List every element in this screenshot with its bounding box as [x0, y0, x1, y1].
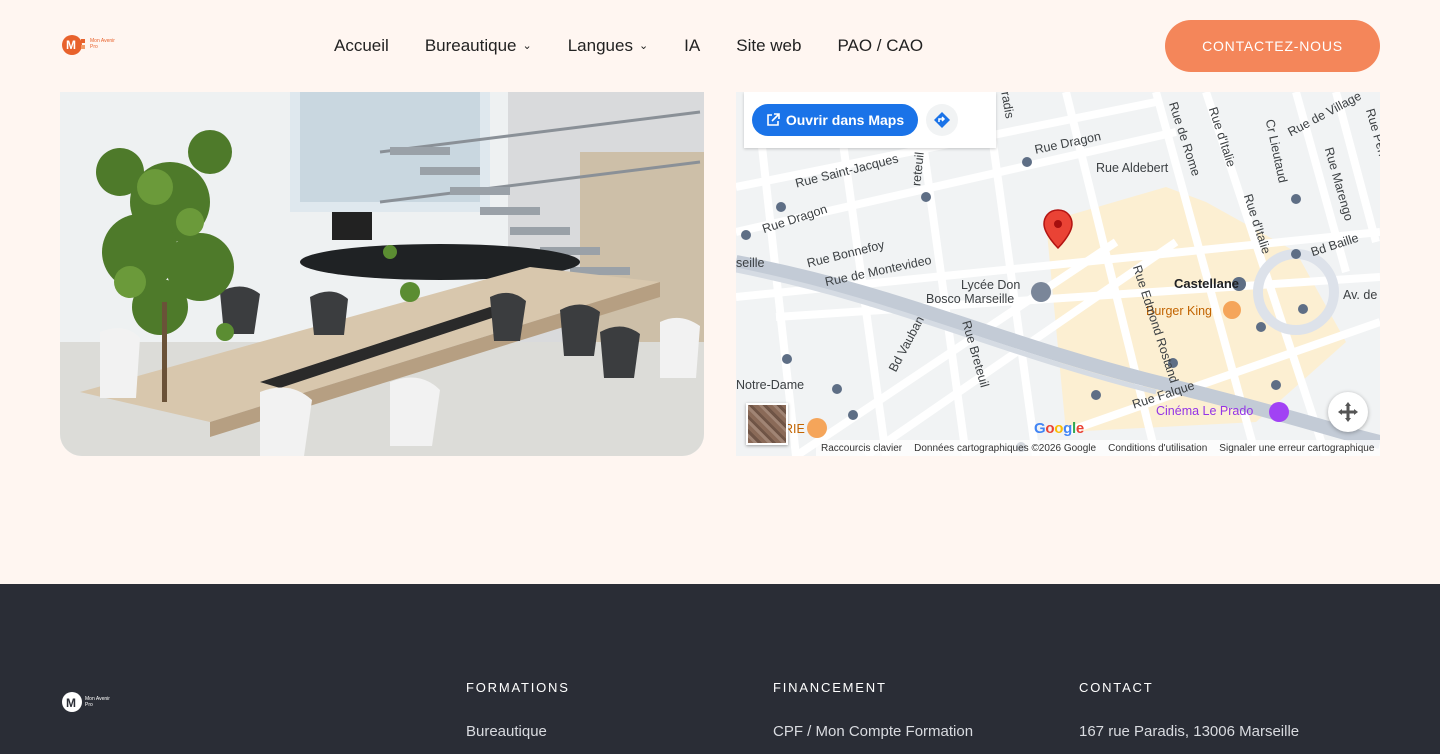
open-in-maps-button[interactable]: Ouvrir dans Maps [752, 104, 918, 136]
satellite-toggle[interactable] [746, 403, 788, 445]
map-label: Castellane [1174, 276, 1240, 291]
main-nav: Accueil Bureautique ⌄ Langues ⌄ IA Site we… [334, 34, 923, 58]
terms-link[interactable]: Conditions d'utilisation [1108, 443, 1207, 454]
logo-mark-icon: M [62, 34, 86, 56]
chevron-down-icon: ⌄ [522, 39, 532, 52]
google-logo: Google [1034, 420, 1084, 437]
report-error-link[interactable]: Signaler une erreur cartographique [1219, 443, 1374, 454]
nav-item-langues[interactable]: Langues ⌄ [568, 36, 648, 56]
keyboard-shortcuts-link[interactable]: Raccourcis clavier [821, 443, 902, 454]
logo-mark-icon: M [62, 692, 82, 712]
site-footer: M Mon Avenir Pro FORMATIONS Bureautique … [0, 584, 1440, 754]
map-label: Av. de [1343, 288, 1378, 302]
nav-item-bureautique[interactable]: Bureautique ⌄ [425, 36, 532, 56]
chevron-down-icon: ⌄ [638, 39, 649, 52]
footer-column-title: CONTACT [1079, 680, 1154, 695]
google-map[interactable]: Rue Dragon Rue Aldebert Rue Saint-Jacque… [736, 92, 1380, 456]
map-fullscreen-button[interactable] [1328, 392, 1368, 432]
logo-text: Mon Avenir Pro [90, 38, 115, 50]
map-label: Lycée Don [961, 278, 1021, 292]
map-label: Notre-Dame [736, 378, 805, 392]
nav-item-ia[interactable]: IA [684, 36, 700, 56]
site-header: M Mon Avenir Pro Accueil Bureautique ⌄ La… [0, 0, 1440, 92]
map-label: Bosco Marseille [926, 292, 1015, 306]
footer-logo[interactable]: M Mon Avenir Pro [62, 692, 119, 712]
directions-icon [934, 112, 950, 128]
footer-column-title: FORMATIONS [466, 680, 570, 695]
map-label: Rue Aldebert [1096, 161, 1169, 175]
nav-item-pao-cao[interactable]: PAO / CAO [837, 36, 923, 56]
footer-address: 167 rue Paradis, 13006 Marseille [1079, 723, 1300, 740]
map-label: Cinéma Le Prado [1156, 404, 1254, 418]
footer-column-formations: FORMATIONS Bureautique [466, 680, 570, 740]
footer-link-cpf[interactable]: CPF / Mon Compte Formation [773, 723, 973, 740]
external-link-icon [767, 113, 780, 126]
footer-logo-text: Mon Avenir Pro [85, 696, 110, 708]
office-photo [60, 92, 704, 456]
nav-item-accueil[interactable]: Accueil [334, 36, 389, 56]
contact-button[interactable]: CONTACTEZ-NOUS [1165, 20, 1380, 72]
office-photo-illustration [60, 92, 704, 456]
footer-column-title: FINANCEMENT [773, 680, 887, 695]
footer-column-contact: CONTACT 167 rue Paradis, 13006 Marseille [1079, 680, 1299, 740]
directions-button[interactable] [926, 104, 958, 136]
map-data-text: Données cartographiques ©2026 Google [914, 442, 1097, 454]
expand-icon [1338, 402, 1358, 422]
map-label: seille [736, 256, 765, 270]
footer-link-bureautique[interactable]: Bureautique [466, 723, 570, 740]
nav-item-site-web[interactable]: Site web [736, 36, 801, 56]
footer-column-financement: FINANCEMENT CPF / Mon Compte Formation [773, 680, 973, 740]
map-toolbar: Ouvrir dans Maps [744, 92, 996, 148]
site-logo[interactable]: M Mon Avenir Pro [62, 34, 124, 56]
map-attribution: Raccourcis clavier Données cartographiqu… [816, 440, 1380, 456]
